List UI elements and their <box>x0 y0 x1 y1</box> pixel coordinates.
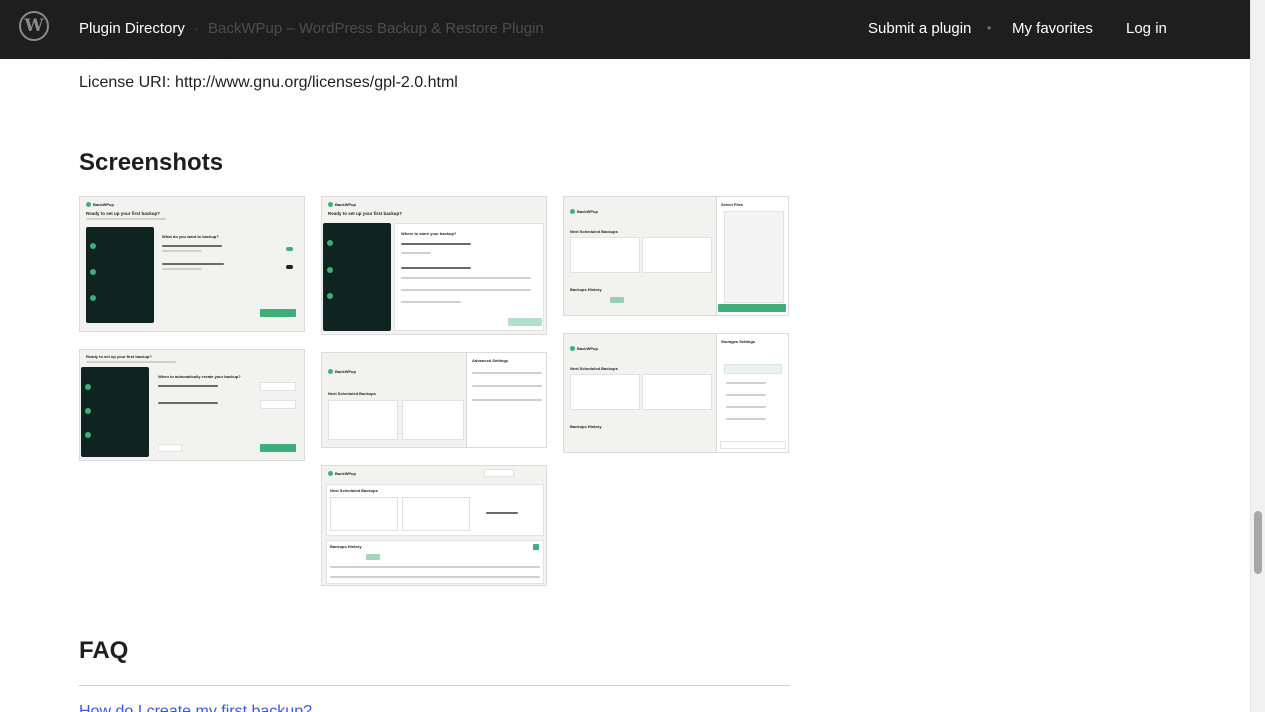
breadcrumb-plugin-name[interactable]: BackWPup – WordPress Backup & Restore Pl… <box>208 20 544 37</box>
thumb-brand: BackWPup <box>86 202 114 208</box>
breadcrumb-separator: · <box>194 20 199 37</box>
license-uri-text: License URI: http://www.gnu.org/licenses… <box>79 74 458 91</box>
nav-my-favorites[interactable]: My favorites <box>1012 20 1093 37</box>
screenshot-thumbnail-3[interactable]: BackWPup Next Scheduled Backups Backups … <box>563 196 789 316</box>
faq-divider <box>79 685 790 686</box>
wordpress-logo-icon[interactable]: W <box>19 11 49 41</box>
page-scrollbar[interactable] <box>1250 0 1265 712</box>
screenshots-heading: Screenshots <box>79 149 224 176</box>
screenshot-thumbnail-6[interactable]: BackWPup Next Scheduled Backups Backups … <box>563 333 789 453</box>
screenshot-thumbnail-4[interactable]: Ready to set up your first backup? When … <box>79 349 305 461</box>
plugin-directory-link[interactable]: Plugin Directory <box>79 20 185 37</box>
thumb-question: What do you want to backup? <box>162 234 219 239</box>
screenshot-thumbnail-1[interactable]: BackWPup Ready to set up your first back… <box>79 196 305 332</box>
scrollbar-thumb[interactable] <box>1254 511 1262 574</box>
faq-heading: FAQ <box>79 637 129 664</box>
faq-question-link[interactable]: How do I create my first backup? <box>79 703 312 712</box>
screenshot-thumbnail-5[interactable]: BackWPup Next Scheduled Backups Advanced… <box>321 352 547 448</box>
thumb-title: Ready to set up your first backup? <box>86 211 161 216</box>
nav-log-in[interactable]: Log in <box>1126 20 1167 37</box>
nav-separator-dot: • <box>987 21 992 35</box>
screenshot-thumbnail-7[interactable]: BackWPup Next Scheduled Backups Backups … <box>321 465 547 586</box>
nav-submit-plugin[interactable]: Submit a plugin <box>868 20 971 37</box>
screenshot-thumbnail-2[interactable]: BackWPup Ready to set up your first back… <box>321 196 547 335</box>
thumb-steps-panel <box>86 227 154 323</box>
license-text-partial: License: GPLv2 or later <box>79 44 247 59</box>
